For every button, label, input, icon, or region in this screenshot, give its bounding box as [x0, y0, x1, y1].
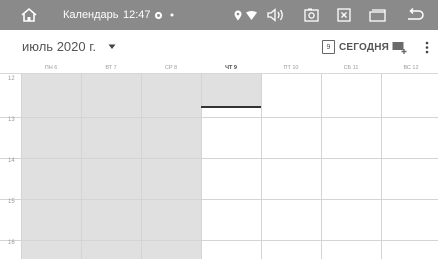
window-icon[interactable] [366, 0, 388, 30]
today-button[interactable]: 9 СЕГОДНЯ [322, 30, 389, 64]
day-column-sun[interactable] [381, 74, 438, 259]
day-header-mon[interactable]: ПН 6 [21, 64, 81, 73]
home-icon[interactable] [16, 0, 42, 30]
week-day-header: ПН 6 ВТ 7 СР 8 ЧТ 9 ПТ 10 СБ 11 ВС 12 [0, 64, 438, 74]
current-time-indicator [201, 106, 261, 108]
hour-label: 16 [8, 240, 15, 246]
clock: 12:47 [123, 9, 151, 21]
day-header-sat[interactable]: СБ 11 [321, 64, 381, 73]
day-column-sat[interactable] [321, 74, 381, 259]
grid-hline [0, 158, 438, 159]
grid-vline [261, 74, 262, 259]
new-event-icon[interactable] [392, 30, 408, 64]
app-name: Календарь [63, 9, 119, 21]
grid-vline [381, 74, 382, 259]
screenshot-icon[interactable] [301, 0, 321, 30]
grid-hline [0, 240, 438, 241]
day-column-fri[interactable] [261, 74, 321, 259]
grid-vline [141, 74, 142, 259]
grid-vline [81, 74, 82, 259]
day-header-wed[interactable]: СР 8 [141, 64, 201, 73]
hour-label: 12 [8, 76, 15, 82]
grid-vline [21, 74, 22, 259]
dot-icon [168, 0, 176, 30]
more-options-icon[interactable] [425, 30, 429, 64]
back-icon[interactable] [404, 0, 428, 30]
volume-icon[interactable] [265, 0, 287, 30]
day-column-thu[interactable] [201, 107, 261, 259]
today-label: СЕГОДНЯ [339, 41, 390, 53]
chevron-down-icon[interactable] [108, 30, 116, 64]
calendar-today-icon: 9 [322, 40, 335, 54]
day-header-tue[interactable]: ВТ 7 [81, 64, 141, 73]
calendar-toolbar: июль 2020 г. 9 СЕГОДНЯ [0, 30, 438, 64]
day-header-sun[interactable]: ВС 12 [381, 64, 438, 73]
week-grid: 12 13 14 15 16 [0, 74, 438, 259]
status-bar: Календарь 12:47 [0, 0, 438, 30]
hour-label: 14 [8, 158, 15, 164]
wifi-icon [245, 0, 257, 30]
day-header-thu[interactable]: ЧТ 9 [201, 64, 261, 73]
day-column-wed[interactable] [141, 74, 201, 259]
hour-label: 15 [8, 199, 15, 205]
grid-vline [201, 74, 202, 259]
today-day-number: 9 [326, 44, 331, 51]
day-header-fri[interactable]: ПТ 10 [261, 64, 321, 73]
day-column-thu-past [201, 74, 261, 107]
location-icon [233, 0, 243, 30]
month-title[interactable]: июль 2020 г. [22, 30, 96, 64]
hour-label: 13 [8, 117, 15, 123]
android-settings-icon [152, 0, 164, 30]
grid-hline [0, 199, 438, 200]
grid-vline [321, 74, 322, 259]
close-box-icon[interactable] [334, 0, 354, 30]
grid-hline [0, 117, 438, 118]
day-column-mon[interactable] [21, 74, 81, 259]
day-column-tue[interactable] [81, 74, 141, 259]
